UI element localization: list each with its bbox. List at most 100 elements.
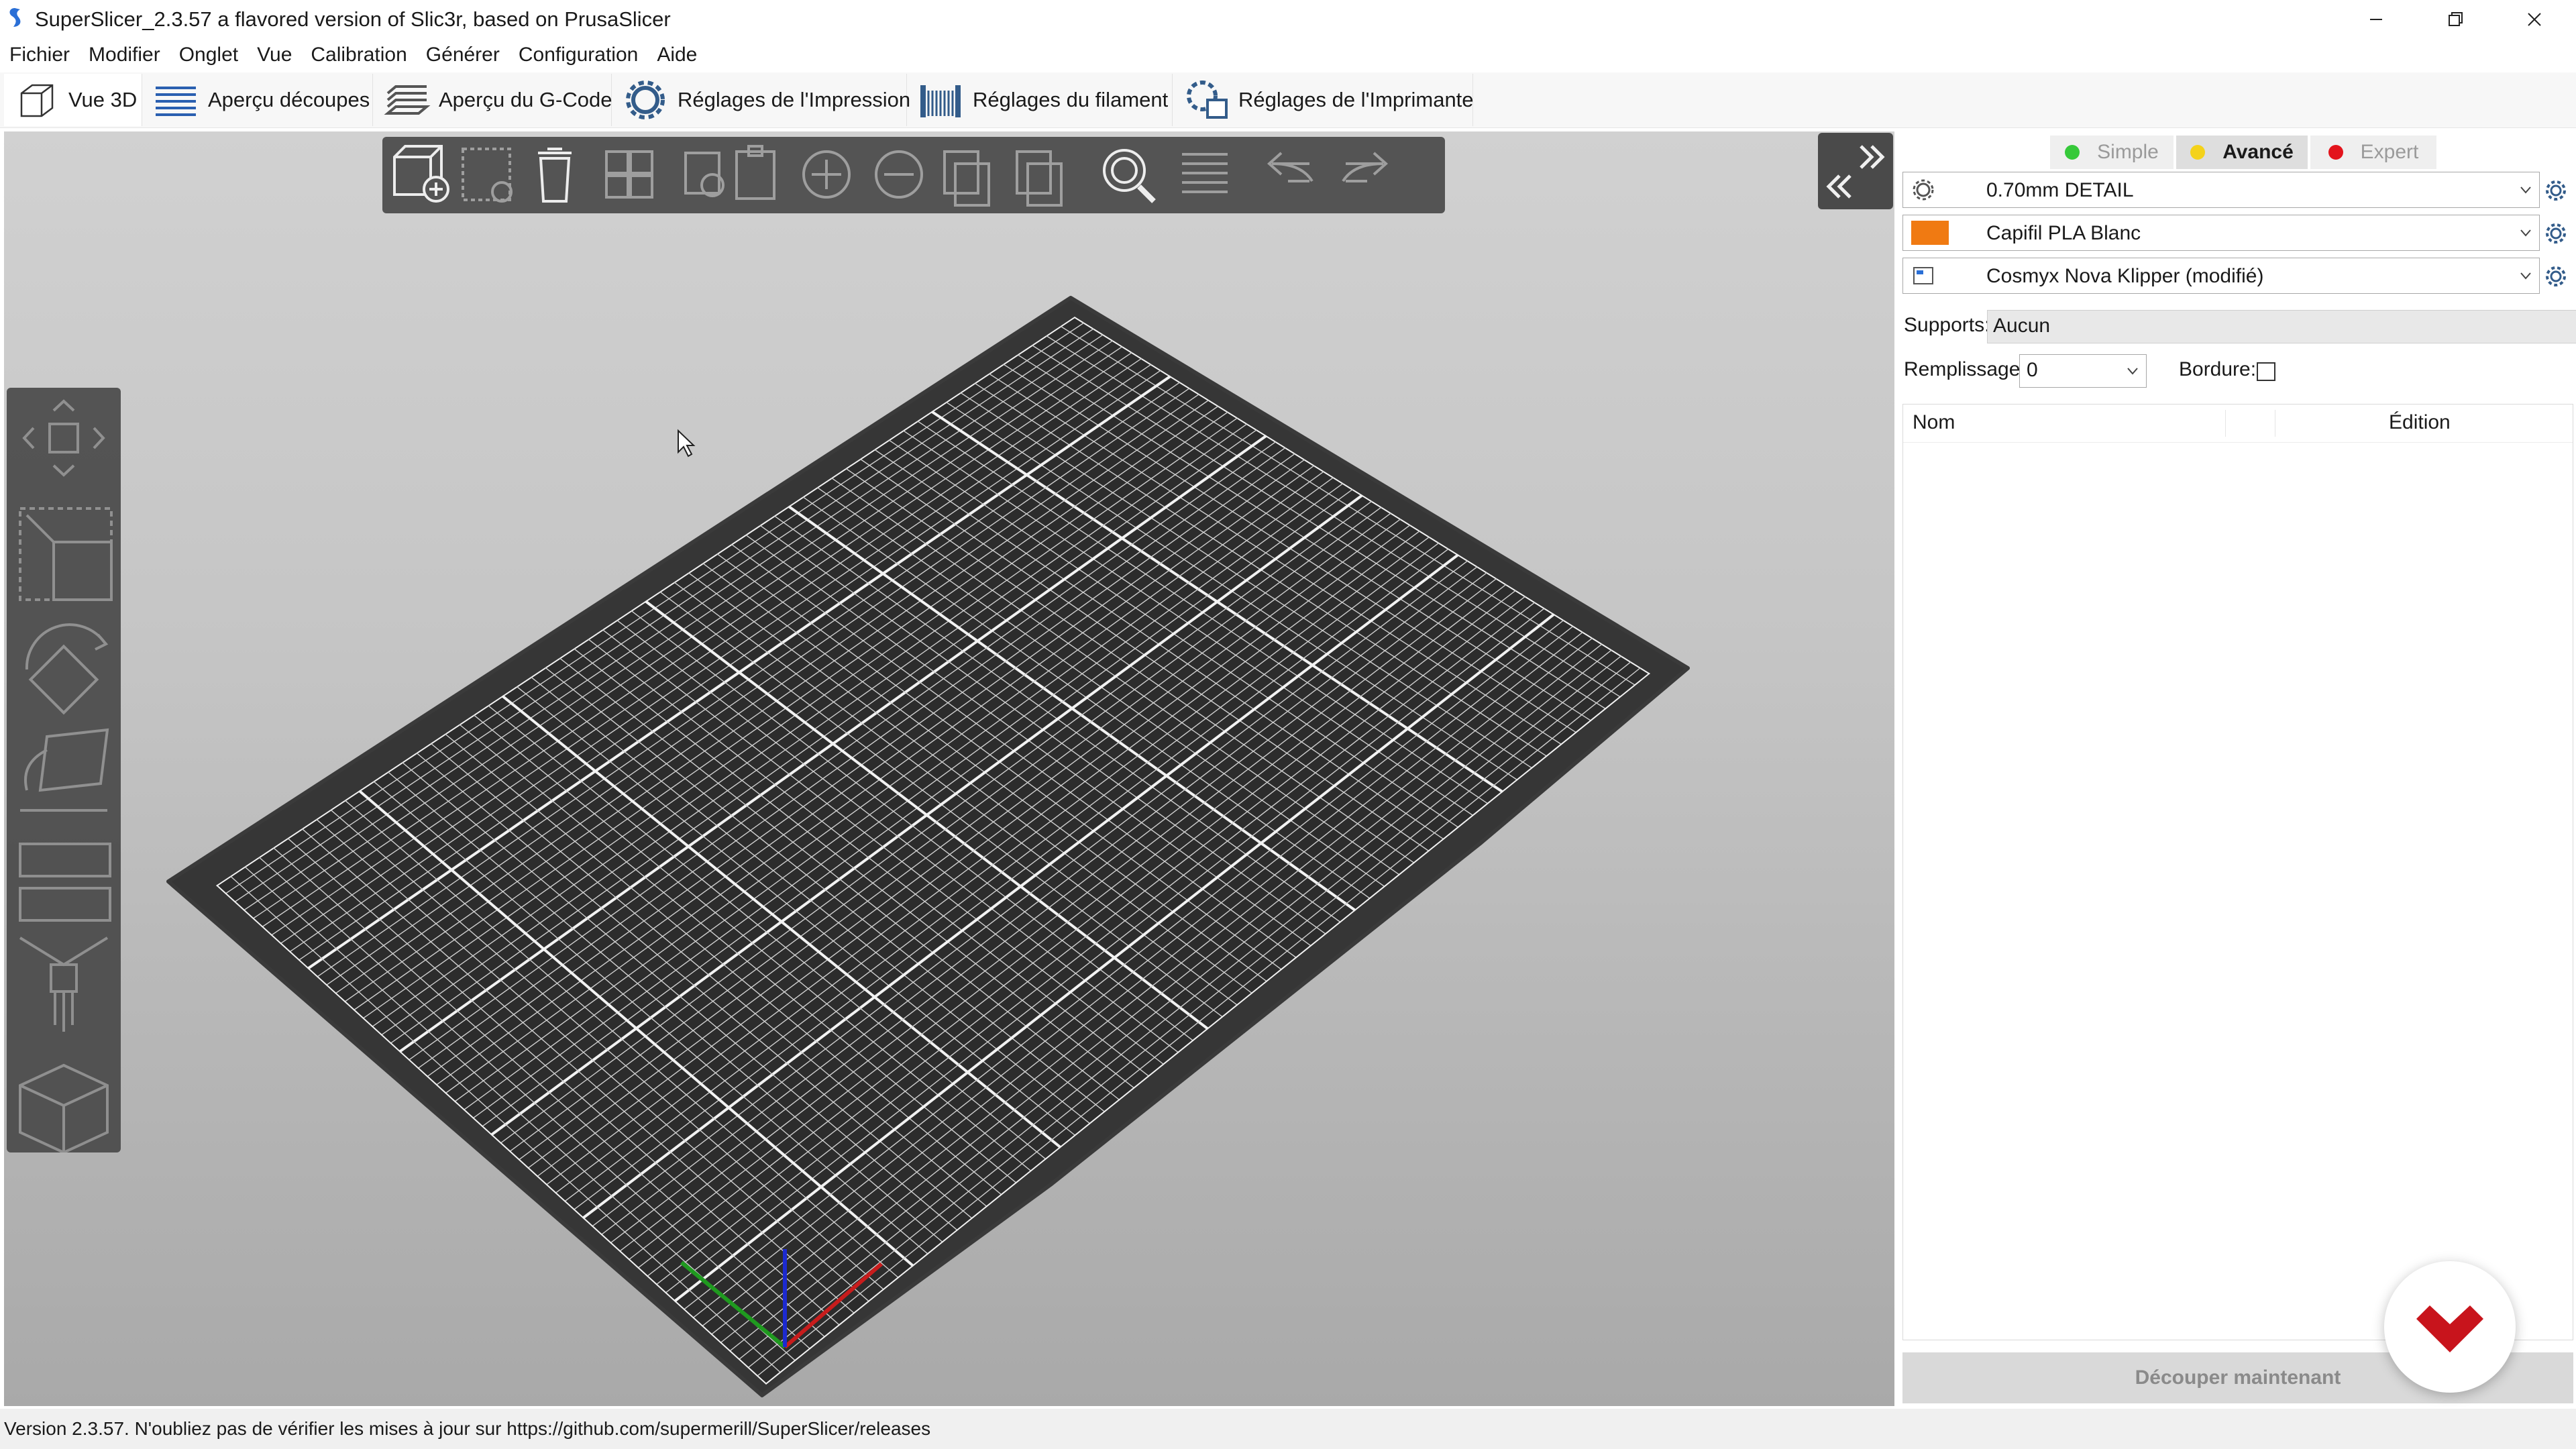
- menu-generer[interactable]: Générer: [417, 39, 509, 71]
- layer-editing-icon[interactable]: [1182, 153, 1228, 193]
- redo-icon[interactable]: [1342, 152, 1389, 182]
- tab-label: Réglages de l'Imprimante: [1238, 88, 1474, 111]
- column-header-nom[interactable]: Nom: [1913, 411, 1955, 434]
- mode-simple-label: Simple: [2097, 141, 2159, 163]
- menu-vue[interactable]: Vue: [248, 39, 301, 71]
- seam-icon[interactable]: [19, 1063, 109, 1155]
- menu-onglet[interactable]: Onglet: [170, 39, 248, 71]
- gcode-layers-icon: [384, 85, 431, 115]
- logo-badge[interactable]: [2384, 1261, 2516, 1393]
- gear-icon: [1913, 179, 1934, 201]
- tab-vue-3d[interactable]: Vue 3D: [4, 74, 142, 126]
- collapse-arrows-icon: [1826, 145, 1885, 199]
- delete-all-icon[interactable]: [538, 148, 572, 203]
- object-list-header: Nom Édition: [1903, 405, 2573, 443]
- filament-preset-value: Capifil PLA Blanc: [1986, 222, 2141, 244]
- minimize-button[interactable]: [2337, 0, 2415, 39]
- sidebar-panel: Simple Avancé Expert 0.70mm DETAIL Capif…: [1896, 131, 2576, 1406]
- mouse-cursor-icon: [678, 429, 696, 458]
- mode-simple-button[interactable]: Simple: [2050, 136, 2174, 169]
- status-text: Version 2.3.57. N'oubliez pas de vérifie…: [4, 1418, 931, 1439]
- menu-calibration[interactable]: Calibration: [301, 39, 416, 71]
- supports-select[interactable]: Aucun: [1987, 310, 2576, 343]
- tab-apercu-gcode[interactable]: Aperçu du G-Code: [374, 74, 612, 126]
- menu-fichier[interactable]: Fichier: [0, 39, 79, 71]
- restore-button[interactable]: [2416, 0, 2494, 39]
- print-settings-gear-icon: [626, 80, 665, 119]
- brim-label: Bordure:: [2179, 358, 2257, 380]
- delete-selected-icon[interactable]: [462, 148, 513, 203]
- add-object-icon[interactable]: [393, 145, 449, 203]
- top-toolbar: [382, 137, 1445, 213]
- copy-icon[interactable]: [684, 152, 724, 197]
- tab-apercu-decoupes[interactable]: Aperçu découpes: [144, 74, 373, 126]
- move-icon[interactable]: [22, 399, 105, 477]
- superslicer-logo-icon: [9, 8, 21, 27]
- close-icon: [2528, 13, 2541, 26]
- chevron-down-icon: [2127, 368, 2138, 375]
- mode-expert-dot-icon: [2328, 145, 2343, 160]
- restore-icon: [2449, 12, 2463, 26]
- supports-value: Aucun: [1993, 315, 2051, 337]
- printer-settings-icon: [1187, 80, 1228, 119]
- tab-reglages-filament[interactable]: Réglages du filament: [908, 74, 1173, 126]
- status-bar: Version 2.3.57. N'oubliez pas de vérifie…: [0, 1409, 2576, 1449]
- tab-reglages-imprimante[interactable]: Réglages de l'Imprimante: [1174, 74, 1474, 126]
- filament-color-swatch: [1911, 221, 1949, 245]
- printer-preset-settings-gear-icon[interactable]: [2544, 264, 2568, 288]
- paste-icon[interactable]: [735, 145, 775, 200]
- 3d-viewport[interactable]: [4, 131, 1894, 1406]
- arrange-icon[interactable]: [605, 150, 653, 199]
- remove-instance-icon[interactable]: [875, 150, 923, 199]
- mode-advanced-label: Avancé: [2222, 141, 2294, 163]
- menu-configuration[interactable]: Configuration: [509, 39, 647, 71]
- menu-modifier[interactable]: Modifier: [79, 39, 170, 71]
- cube-icon: [20, 84, 54, 117]
- add-instance-icon[interactable]: [802, 150, 851, 199]
- infill-value: 0: [2027, 359, 2038, 381]
- left-toolbar-icons: [19, 399, 113, 1155]
- printer-preset-select[interactable]: Cosmyx Nova Klipper (modifié): [1902, 258, 2540, 294]
- tab-reglages-impression[interactable]: Réglages de l'Impression: [613, 74, 911, 126]
- heart-logo-icon: [2416, 1305, 2483, 1352]
- filament-preset-settings-gear-icon[interactable]: [2544, 221, 2568, 246]
- build-plate-scene: [166, 296, 1690, 1397]
- tab-label: Aperçu découpes: [208, 88, 370, 111]
- rotate-icon[interactable]: [25, 623, 109, 715]
- paint-supports-icon[interactable]: [19, 936, 109, 1032]
- place-on-face-icon[interactable]: [20, 728, 109, 812]
- scale-icon[interactable]: [19, 507, 113, 601]
- mode-advanced-button[interactable]: Avancé: [2176, 136, 2308, 169]
- layers-icon: [156, 87, 196, 116]
- split-objects-icon[interactable]: [943, 150, 990, 207]
- object-list[interactable]: Nom Édition: [1902, 404, 2573, 1340]
- print-preset-select[interactable]: 0.70mm DETAIL: [1902, 172, 2540, 208]
- filament-preset-select[interactable]: Capifil PLA Blanc: [1902, 215, 2540, 251]
- minimize-icon: [2370, 19, 2382, 20]
- printer-icon: [1913, 267, 1933, 284]
- mode-expert-button[interactable]: Expert: [2310, 136, 2436, 169]
- print-preset-settings-gear-icon[interactable]: [2544, 178, 2568, 203]
- tab-label: Réglages de l'Impression: [678, 88, 911, 111]
- chevron-down-icon: [2520, 186, 2531, 194]
- mode-expert-label: Expert: [2360, 141, 2419, 163]
- window-title: SuperSlicer_2.3.57 a flavored version of…: [35, 7, 671, 31]
- infill-combo[interactable]: 0: [2019, 354, 2147, 388]
- print-preset-value: 0.70mm DETAIL: [1986, 179, 2134, 201]
- mode-advanced-dot-icon: [2190, 145, 2206, 160]
- mode-simple-dot-icon: [2065, 145, 2080, 160]
- column-header-edition[interactable]: Édition: [2389, 411, 2451, 434]
- chevron-down-icon: [2520, 229, 2531, 237]
- undo-icon[interactable]: [1267, 152, 1313, 182]
- collapse-sidebar-button[interactable]: [1818, 133, 1893, 209]
- split-parts-icon[interactable]: [1016, 150, 1063, 207]
- menu-aide[interactable]: Aide: [647, 39, 706, 71]
- cut-icon[interactable]: [19, 843, 111, 922]
- close-button[interactable]: [2496, 0, 2573, 39]
- brim-checkbox[interactable]: [2257, 362, 2275, 381]
- chevron-down-icon: [2520, 272, 2531, 280]
- tab-label: Aperçu du G-Code: [439, 88, 612, 111]
- search-icon[interactable]: [1103, 149, 1156, 203]
- tab-label: Vue 3D: [68, 88, 138, 111]
- top-toolbar-icons: [393, 145, 1389, 207]
